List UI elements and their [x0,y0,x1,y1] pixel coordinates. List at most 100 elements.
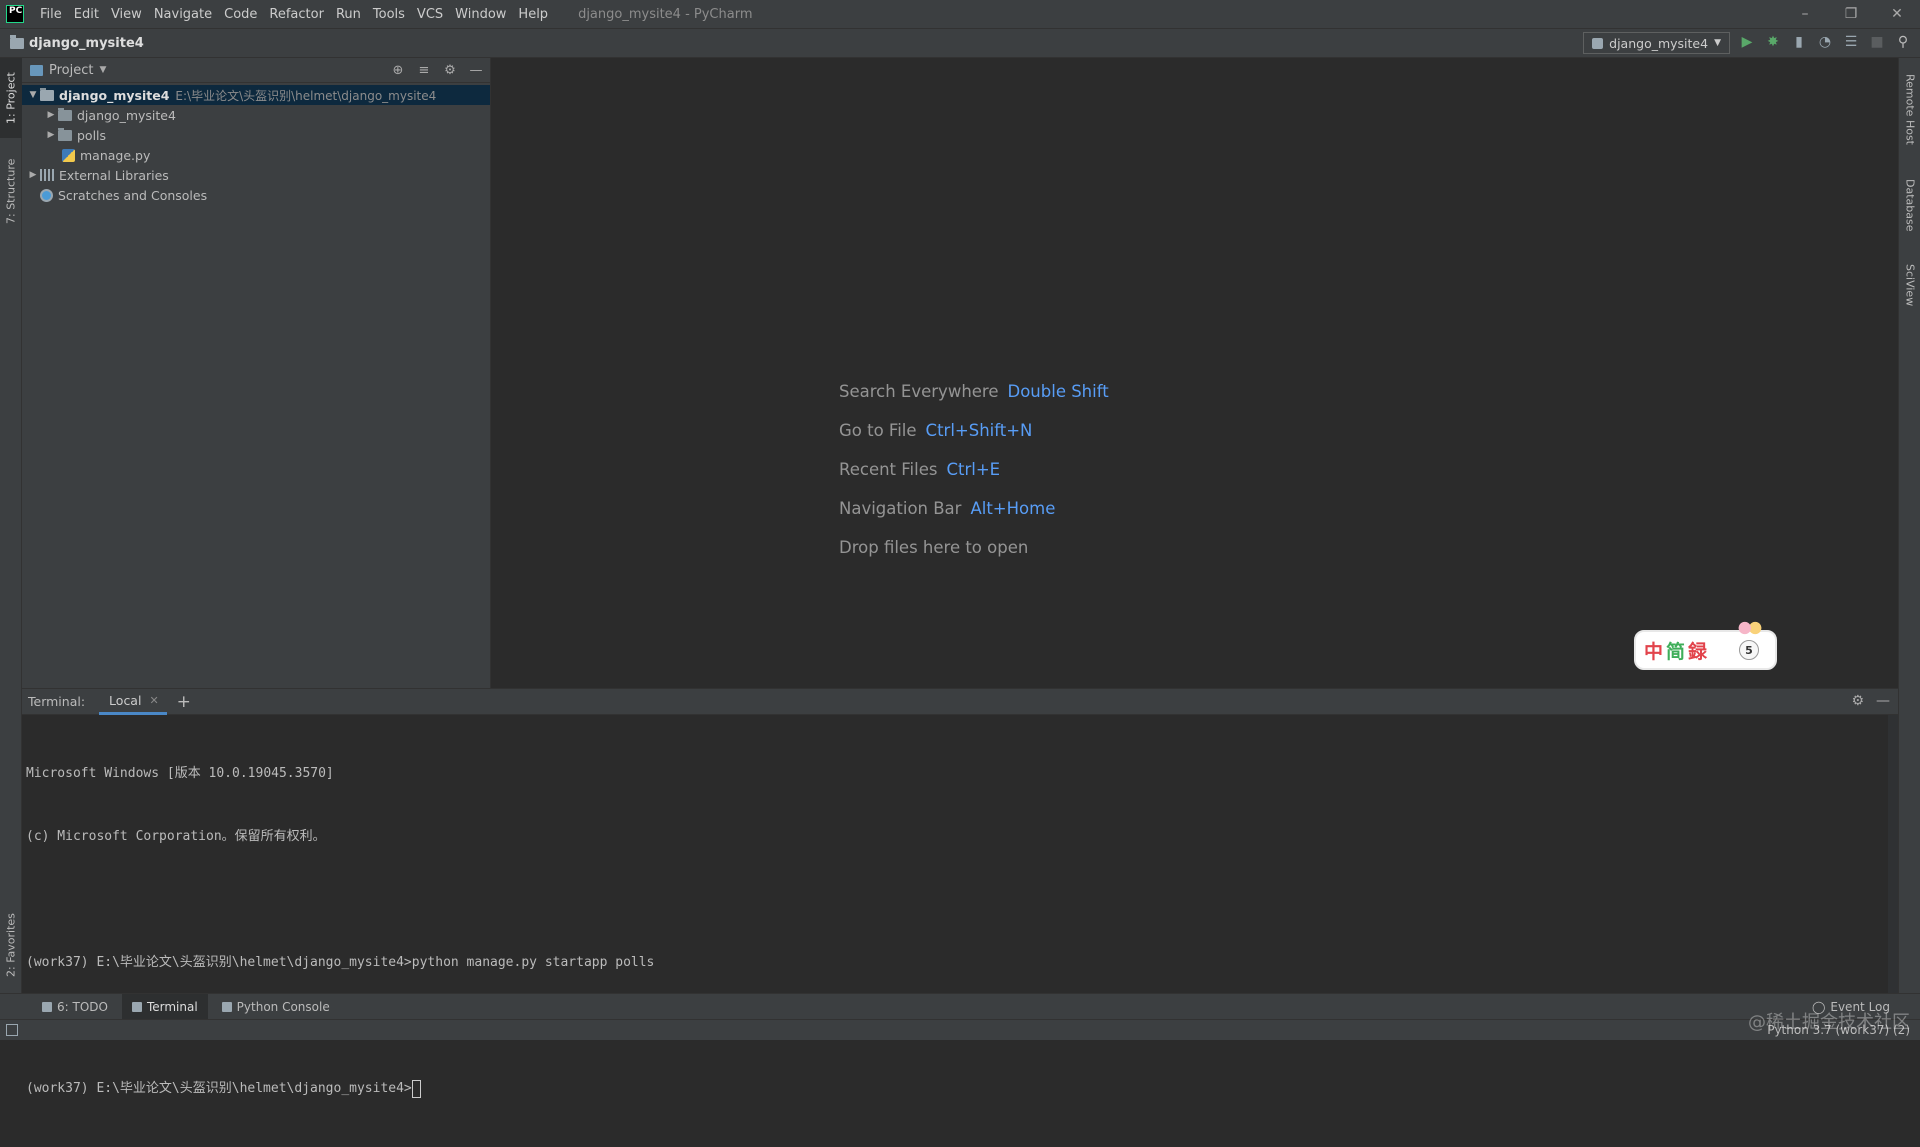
hint-go-to-file: Go to File Ctrl+Shift+N [839,411,1109,450]
project-panel-header: Project ▼ ⊕ ≡ ⚙ — [22,58,490,83]
tree-item-external-libraries[interactable]: ▶ External Libraries [22,165,490,185]
menu-refactor[interactable]: Refactor [263,7,330,22]
coverage-icon[interactable]: ▮ [1790,33,1808,51]
expand-arrow-icon[interactable]: ▶ [26,170,40,180]
tab-favorites[interactable]: 2: Favorites [0,903,22,988]
stop-icon[interactable]: ■ [1868,33,1886,51]
profile-icon[interactable]: ◔ [1816,33,1834,51]
close-icon[interactable]: ✕ [1874,0,1920,28]
terminal-icon [131,1001,142,1012]
menu-help[interactable]: Help [512,7,554,22]
hint-text: Navigation Bar [839,499,962,518]
terminal-line: Microsoft Windows [版本 10.0.19045.3570] [26,766,334,781]
gear-icon[interactable]: ⚙ [1851,693,1864,709]
expand-arrow-icon[interactable]: ▼ [26,90,40,100]
gear-icon[interactable]: ⚙ [442,62,458,78]
django-icon [1592,37,1604,49]
expand-arrow-icon[interactable]: ▶ [44,130,58,140]
python-console-icon [221,1001,232,1012]
flower-icon [1737,620,1763,636]
folder-icon [58,107,72,121]
tab-project[interactable]: 1: Project [0,58,22,138]
project-view-icon [30,64,43,76]
python-file-icon [62,148,75,162]
right-tool-stripe: Remote Host Database SciView [1898,58,1920,993]
library-icon [40,169,54,181]
new-terminal-icon[interactable]: + [177,692,191,712]
restore-icon[interactable]: ❐ [1828,0,1874,28]
chevron-down-icon: ▼ [1714,38,1721,48]
hide-icon[interactable]: — [468,62,484,78]
hint-text: Drop files here to open [839,538,1029,557]
tree-item-root[interactable]: ▼ django_mysite4 E:\毕业论文\头盔识别\helmet\dja… [22,85,490,105]
terminal-output[interactable]: Microsoft Windows [版本 10.0.19045.3570] (… [22,715,1898,1147]
collapse-all-icon[interactable]: ≡ [416,62,432,78]
tree-item-label: polls [77,127,107,143]
menu-edit[interactable]: Edit [68,7,105,22]
expand-arrow-icon[interactable]: ▶ [44,110,58,120]
project-panel-actions: ⊕ ≡ ⚙ — [390,62,484,78]
watermark: @稀土掘金技术社区 [1748,1012,1910,1033]
terminal-tab-local[interactable]: Local ✕ [99,689,167,715]
tab-database[interactable]: Database [1899,168,1920,243]
tree-item-manage-py[interactable]: manage.py [22,145,490,165]
tab-python-console[interactable]: Python Console [212,994,340,1020]
folder-icon [10,34,24,49]
concurrency-icon[interactable]: ☰ [1842,33,1860,51]
locate-icon[interactable]: ⊕ [390,62,406,78]
terminal-line: (c) Microsoft Corporation。保留所有权利。 [26,829,326,844]
tab-structure[interactable]: 7: Structure [0,146,22,236]
ime-char: 中 [1644,640,1667,663]
terminal-line: (work37) E:\毕业论文\头盔识别\helmet\django_mysi… [26,955,655,970]
tab-terminal[interactable]: Terminal [121,993,208,1020]
hint-shortcut: Alt+Home [970,499,1056,518]
ime-status-sticker[interactable]: 中 简 録 5 [1634,620,1777,670]
editor-area[interactable]: Search Everywhere Double Shift Go to Fil… [491,58,1898,688]
hint-shortcut: Double Shift [1007,382,1109,401]
tree-item-scratches[interactable]: Scratches and Consoles [22,185,490,205]
breadcrumb-project[interactable]: django_mysite4 [29,36,144,51]
hint-navigation-bar: Navigation Bar Alt+Home [839,489,1109,528]
menu-run[interactable]: Run [330,7,367,22]
todo-icon [42,1001,52,1012]
terminal-prompt-line[interactable]: (work37) E:\毕业论文\头盔识别\helmet\django_mysi… [26,1078,1894,1099]
terminal-tab-label: Local [109,692,142,708]
tab-label: 6: TODO [57,999,108,1014]
search-icon[interactable]: ⚲ [1894,33,1912,51]
ime-char: 简 [1666,640,1689,663]
debug-icon[interactable]: ✸ [1764,33,1782,51]
run-configuration-select[interactable]: django_mysite4 ▼ [1583,32,1730,54]
ime-badge: 5 [1739,640,1759,660]
hint-text: Search Everywhere [839,382,999,401]
tree-item-django-mysite4[interactable]: ▶ django_mysite4 [22,105,490,125]
tab-remote-host[interactable]: Remote Host [1899,64,1920,154]
menu-window[interactable]: Window [449,7,512,22]
tab-todo[interactable]: 6: TODO [32,994,118,1020]
close-tab-icon[interactable]: ✕ [149,694,158,707]
hide-icon[interactable]: — [1876,693,1890,709]
scratches-icon [40,188,53,202]
terminal-scrollbar[interactable] [1888,715,1898,994]
terminal-header: Terminal: Local ✕ + ⚙ — [22,689,1898,715]
toggle-tool-windows-icon[interactable] [6,1024,18,1036]
menu-tools[interactable]: Tools [367,7,411,22]
status-bar: Python 3.7 (work37) (2) [0,1019,1920,1040]
project-view-select[interactable]: Project [49,63,93,78]
terminal-tool-window: Terminal: Local ✕ + ⚙ — Microsoft Window… [22,688,1898,1098]
menu-code[interactable]: Code [218,7,263,22]
menu-file[interactable]: File [34,7,68,22]
tree-item-polls[interactable]: ▶ polls [22,125,490,145]
text-cursor [411,1079,421,1098]
tree-item-label: django_mysite4 [59,87,170,103]
menu-navigate[interactable]: Navigate [148,7,218,22]
minimize-icon[interactable]: – [1782,0,1828,28]
navigation-bar: django_mysite4 django_mysite4 ▼ ▶ ✸ ▮ ◔ … [0,28,1920,58]
run-icon[interactable]: ▶ [1738,33,1756,51]
tree-item-label: Scratches and Consoles [58,187,208,203]
menu-view[interactable]: View [105,7,148,22]
run-toolbar: ▶ ✸ ▮ ◔ ☰ ■ ⚲ [1738,33,1912,51]
tab-sciview[interactable]: SciView [1899,253,1920,318]
menu-vcs[interactable]: VCS [411,7,449,22]
chevron-down-icon[interactable]: ▼ [99,65,106,75]
